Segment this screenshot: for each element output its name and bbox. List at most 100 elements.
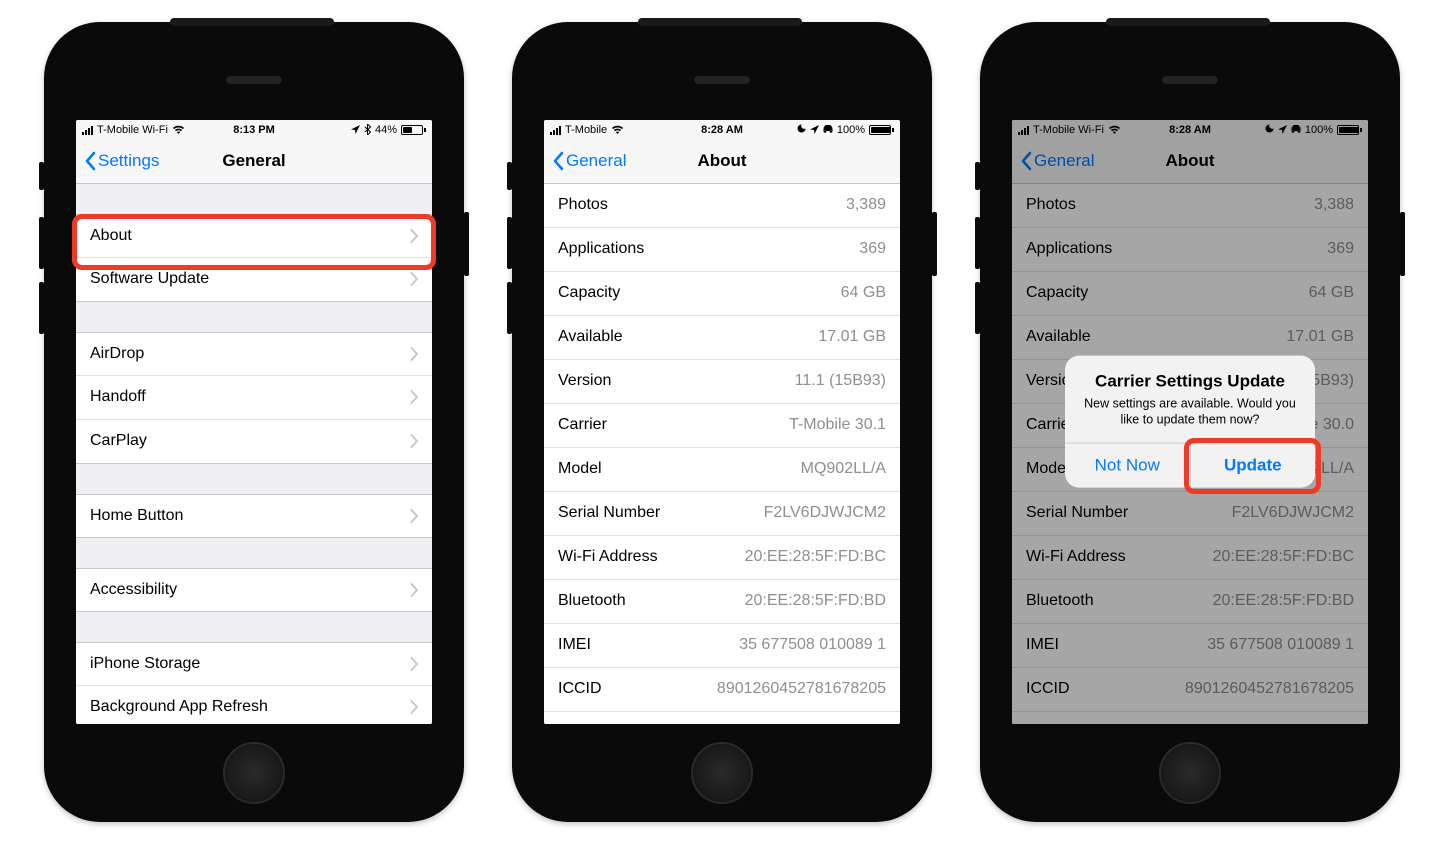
row-value: 17.01 GB xyxy=(818,328,886,346)
settings-row[interactable]: Handoff xyxy=(76,376,432,420)
info-row: Available 17.01 GB xyxy=(544,316,900,360)
home-button[interactable] xyxy=(691,742,753,804)
back-label: General xyxy=(566,151,626,171)
row-value: 64 GB xyxy=(841,284,886,302)
row-value: 20:EE:28:5F:FD:BD xyxy=(745,592,886,610)
battery-icon xyxy=(869,125,894,135)
status-bar: T-Mobile 8:28 AM 100% xyxy=(544,120,900,140)
signal-icon xyxy=(82,125,93,135)
chevron-right-icon xyxy=(410,347,418,361)
headphones-icon xyxy=(823,125,833,134)
location-icon xyxy=(810,125,819,134)
chevron-right-icon xyxy=(410,509,418,523)
chevron-left-icon xyxy=(552,151,564,171)
signal-icon xyxy=(550,125,561,135)
row-label: Bluetooth xyxy=(558,592,626,610)
chevron-right-icon xyxy=(410,657,418,671)
info-row: Version 11.1 (15B93) xyxy=(544,360,900,404)
chevron-right-icon xyxy=(410,272,418,286)
row-label: AirDrop xyxy=(90,345,144,363)
info-row: IMEI 35 677508 010089 1 xyxy=(544,624,900,668)
carrier-text: T-Mobile xyxy=(565,124,607,136)
row-label: Wi-Fi Address xyxy=(558,548,658,566)
settings-row[interactable]: Accessibility xyxy=(76,568,432,612)
row-value: 8901260452781678205 xyxy=(717,680,886,698)
chevron-left-icon xyxy=(84,151,96,171)
nav-title: General xyxy=(222,151,285,171)
location-icon xyxy=(351,125,360,134)
row-label: IMEI xyxy=(558,636,591,654)
settings-row[interactable]: Home Button xyxy=(76,494,432,538)
alert-ok-button[interactable]: Update xyxy=(1190,444,1316,488)
info-row: ModelMQ902LL/A xyxy=(544,448,900,492)
info-row: Carrier T-Mobile 30.1 xyxy=(544,404,900,448)
row-label: Software Update xyxy=(90,270,209,288)
row-value: 3,389 xyxy=(846,196,886,214)
row-label: Capacity xyxy=(558,284,620,302)
status-time: 8:28 AM xyxy=(701,124,743,136)
chevron-right-icon xyxy=(410,700,418,714)
settings-row[interactable]: About xyxy=(76,214,432,258)
row-value: F2LV6DJWJCM2 xyxy=(764,504,886,522)
bluetooth-icon xyxy=(364,124,371,135)
info-row: ICCID 8901260452781678205 xyxy=(544,668,900,712)
info-row: Photos 3,389 xyxy=(544,184,900,228)
row-label: Photos xyxy=(558,196,608,214)
nav-title: About xyxy=(697,151,746,171)
row-value: 11.1 (15B93) xyxy=(795,372,886,390)
row-label: CarPlay xyxy=(90,432,147,450)
battery-icon xyxy=(401,125,426,135)
settings-row[interactable]: iPhone Storage xyxy=(76,642,432,686)
nav-bar: General About xyxy=(544,140,900,184)
chevron-right-icon xyxy=(410,583,418,597)
info-row: Applications369 xyxy=(544,228,900,272)
content-general[interactable]: About Software Update AirDrop Handoff CarPla… xyxy=(76,184,432,724)
settings-row[interactable]: AirDrop xyxy=(76,332,432,376)
row-label: iPhone Storage xyxy=(90,655,200,673)
info-row: Modem Firmware1.02.03 xyxy=(544,712,900,724)
dnd-icon xyxy=(797,124,806,136)
phone-frame-2: T-Mobile 8:28 AM 100% General About Phot… xyxy=(512,22,932,822)
row-value: 20:EE:28:5F:FD:BC xyxy=(745,548,886,566)
row-label: ICCID xyxy=(558,680,602,698)
wifi-icon xyxy=(172,125,185,135)
chevron-right-icon xyxy=(410,229,418,243)
settings-row[interactable]: Software Update xyxy=(76,258,432,302)
alert-title: Carrier Settings Update xyxy=(1079,371,1301,391)
content-about[interactable]: Photos 3,389 Applications369 Capacity 64 GB A… xyxy=(544,184,900,724)
row-label: Serial Number xyxy=(558,504,660,522)
info-row: Serial Number F2LV6DJWJCM2 xyxy=(544,492,900,536)
battery-pct: 100% xyxy=(837,124,865,136)
back-button[interactable]: General xyxy=(552,151,626,171)
row-value: T-Mobile 30.1 xyxy=(789,416,886,434)
row-label: Version xyxy=(558,372,611,390)
chevron-right-icon xyxy=(410,390,418,404)
row-label: Carrier xyxy=(558,416,607,434)
home-button[interactable] xyxy=(223,742,285,804)
screen-about-alert: T-Mobile Wi-Fi 8:28 AM 100% General Abou… xyxy=(1012,120,1368,724)
home-button[interactable] xyxy=(1159,742,1221,804)
nav-bar: Settings General xyxy=(76,140,432,184)
back-label: Settings xyxy=(98,151,159,171)
alert-cancel-button[interactable]: Not Now xyxy=(1065,444,1190,488)
info-row: Bluetooth 20:EE:28:5F:FD:BD xyxy=(544,580,900,624)
settings-row[interactable]: CarPlay xyxy=(76,420,432,464)
screen-about: T-Mobile 8:28 AM 100% General About Phot… xyxy=(544,120,900,724)
row-label: Model xyxy=(558,460,602,478)
info-row: Capacity 64 GB xyxy=(544,272,900,316)
row-value: 35 677508 010089 1 xyxy=(739,636,886,654)
row-label: Handoff xyxy=(90,388,146,406)
row-label: Available xyxy=(558,328,623,346)
battery-pct: 44% xyxy=(375,124,397,136)
back-button[interactable]: Settings xyxy=(84,151,159,171)
screen-general: T-Mobile Wi-Fi 8:13 PM 44% Settings Gene… xyxy=(76,120,432,724)
settings-row[interactable]: Background App Refresh xyxy=(76,686,432,724)
status-time: 8:13 PM xyxy=(233,124,275,136)
row-value: 369 xyxy=(859,240,886,258)
row-label: Background App Refresh xyxy=(90,698,268,716)
chevron-right-icon xyxy=(410,434,418,448)
phone-frame-1: T-Mobile Wi-Fi 8:13 PM 44% Settings Gene… xyxy=(44,22,464,822)
row-label: About xyxy=(90,227,132,245)
status-bar: T-Mobile Wi-Fi 8:13 PM 44% xyxy=(76,120,432,140)
wifi-icon xyxy=(611,125,624,135)
